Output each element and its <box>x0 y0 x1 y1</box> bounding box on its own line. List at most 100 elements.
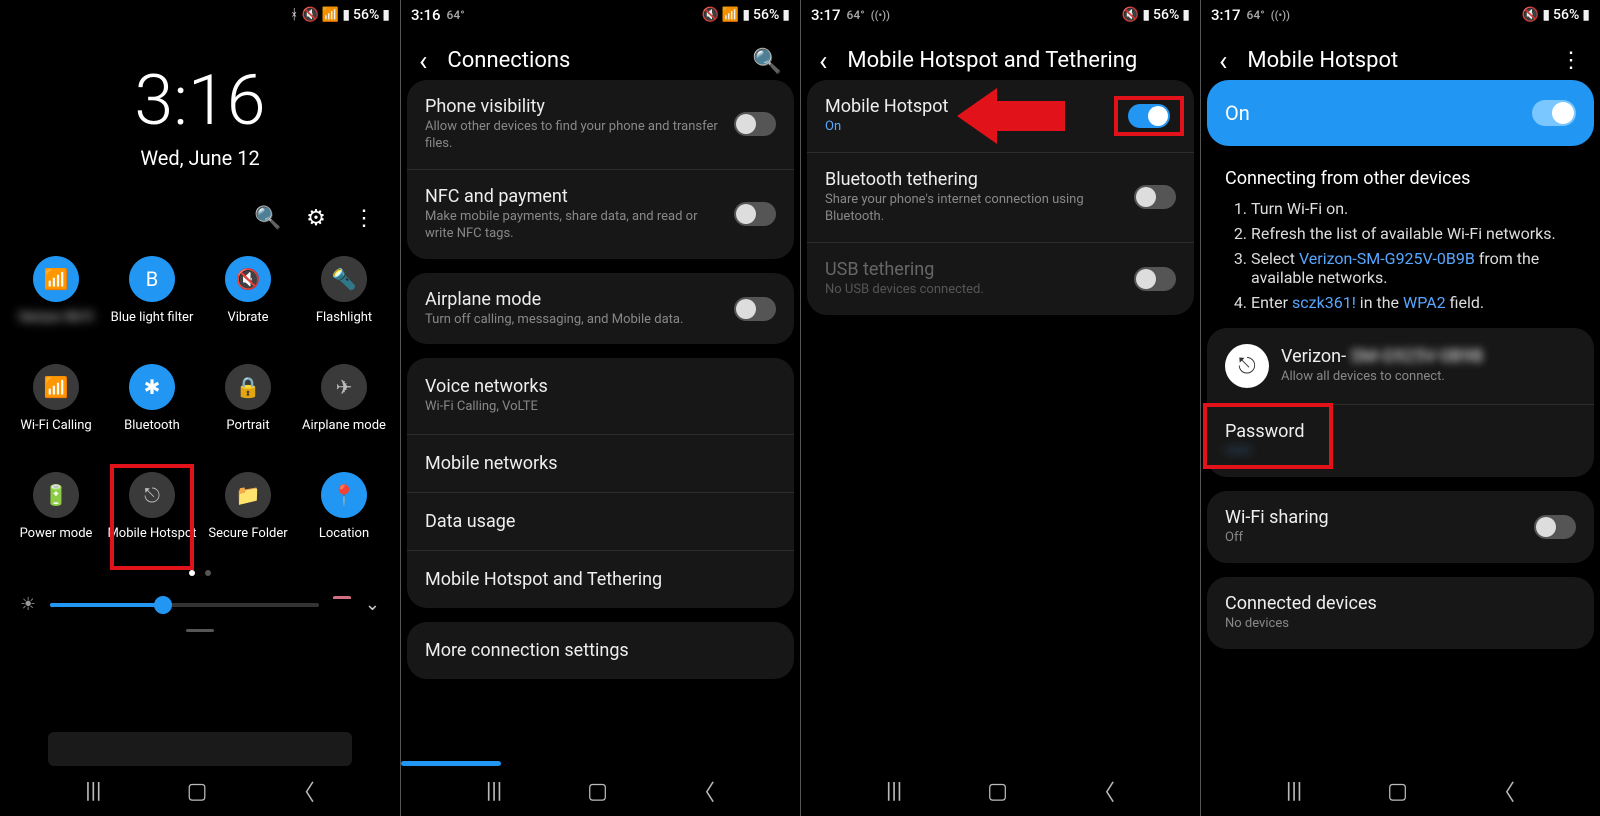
signal-icon: ▮ <box>742 7 750 23</box>
nav-home-icon[interactable]: ▢ <box>1387 779 1408 804</box>
list-item[interactable]: Mobile networks <box>407 434 794 492</box>
navbar: ||| ▢ 〈 <box>0 766 400 816</box>
nav-back-icon[interactable]: 〈 <box>693 775 715 807</box>
status-bar: 3:16 64° 🔇 📶 ▮ 56% ▮ <box>401 0 800 30</box>
quick-tile[interactable]: 📍Location <box>296 472 392 558</box>
list-item[interactable]: NFC and paymentMake mobile payments, sha… <box>407 169 794 259</box>
search-icon[interactable]: 🔍 <box>752 47 782 75</box>
list-item[interactable]: Mobile HotspotOn <box>807 80 1194 152</box>
instruction: Turn Wi-Fi on. <box>1251 199 1576 218</box>
quick-tile[interactable]: ⎋Mobile Hotspot <box>104 472 200 558</box>
toggle[interactable] <box>734 297 776 321</box>
connected-devices-label: Connected devices <box>1225 593 1576 614</box>
status-bar: 3:17 64° ((•)) 🔇 ▮ 56% ▮ <box>801 0 1200 30</box>
master-toggle-label: On <box>1225 101 1250 125</box>
more-icon[interactable]: ⋮ <box>1560 48 1582 73</box>
quick-tile[interactable]: BBlue light filter <box>104 256 200 342</box>
toggle[interactable] <box>734 112 776 136</box>
pager-dot[interactable] <box>205 570 211 576</box>
quick-tile[interactable]: 📶Wi-Fi Calling <box>8 364 104 450</box>
nav-back-icon[interactable]: 〈 <box>1093 775 1115 807</box>
instruction: Enter sczk361! in the WPA2 field. <box>1251 293 1576 312</box>
brightness-slider[interactable] <box>50 603 319 607</box>
hotspot-sub: Allow all devices to connect. <box>1281 369 1576 386</box>
quick-tile[interactable]: 🔇Vibrate <box>200 256 296 342</box>
nav-home-icon[interactable]: ▢ <box>587 779 608 804</box>
quick-tile[interactable]: 🔒Portrait <box>200 364 296 450</box>
search-icon[interactable]: 🔍 <box>256 206 280 230</box>
back-icon[interactable]: ‹ <box>419 44 427 77</box>
nav-recents-icon[interactable]: ||| <box>486 779 502 804</box>
quick-tile[interactable]: 📶 Verizon Wi-Fi <box>8 256 104 342</box>
tile-icon: ✱ <box>129 364 175 410</box>
drag-handle[interactable] <box>186 629 214 632</box>
password-item[interactable]: Password •••••• <box>1207 404 1594 477</box>
gear-icon[interactable]: ⚙ <box>304 206 328 230</box>
wifi-sharing-sub: Off <box>1225 530 1522 547</box>
hotspot-name: Verizon- SM-G925V-0B9B <box>1281 346 1576 367</box>
connected-devices-item[interactable]: Connected devices No devices <box>1207 577 1594 649</box>
signal-icon: ▮ <box>1142 7 1150 23</box>
phone-connections: 3:16 64° 🔇 📶 ▮ 56% ▮ ‹ Connections 🔍 Pho… <box>400 0 800 816</box>
list-item[interactable]: Phone visibilityAllow other devices to f… <box>407 80 794 169</box>
page-title: Mobile Hotspot <box>1247 48 1398 73</box>
item-title: Mobile Hotspot and Tethering <box>425 569 776 590</box>
tile-icon: B <box>129 256 175 302</box>
wifi-sharing-item[interactable]: Wi-Fi sharing Off <box>1207 491 1594 563</box>
back-icon[interactable]: ‹ <box>819 44 827 77</box>
item-subtitle: Allow other devices to find your phone a… <box>425 119 722 153</box>
quick-tile[interactable]: 📁Secure Folder <box>200 472 296 558</box>
network-link[interactable]: Verizon-SM-G925V-0B9B <box>1299 249 1475 268</box>
quick-tile[interactable]: 🔦Flashlight <box>296 256 392 342</box>
tile-label: Verizon Wi-Fi <box>18 310 93 342</box>
wpa2-link[interactable]: WPA2 <box>1403 293 1446 312</box>
phone-hotspot-detail: 3:17 64° ((•)) 🔇 ▮ 56% ▮ ‹ Mobile Hotspo… <box>1200 0 1600 816</box>
master-toggle-row[interactable]: On <box>1207 80 1594 146</box>
tile-icon: 📶 <box>33 256 79 302</box>
auto-brightness[interactable] <box>333 596 351 614</box>
item-subtitle: No USB devices connected. <box>825 282 1122 299</box>
phone-tethering: 3:17 64° ((•)) 🔇 ▮ 56% ▮ ‹ Mobile Hotspo… <box>800 0 1200 816</box>
instructions-title: Connecting from other devices <box>1207 168 1594 189</box>
pager <box>0 570 400 576</box>
navbar: ||| ▢ 〈 <box>1201 766 1600 816</box>
tile-icon: 📶 <box>33 364 79 410</box>
master-toggle[interactable] <box>1532 100 1576 126</box>
battery-icon: ▮ <box>782 7 790 23</box>
quick-tile[interactable]: ✈Airplane mode <box>296 364 392 450</box>
nav-home-icon[interactable]: ▢ <box>187 779 208 804</box>
item-subtitle: Turn off calling, messaging, and Mobile … <box>425 312 722 329</box>
nav-recents-icon[interactable]: ||| <box>1286 779 1302 804</box>
nav-recents-icon[interactable]: ||| <box>886 779 902 804</box>
quick-tile[interactable]: 🔋Power mode <box>8 472 104 558</box>
item-subtitle: Wi-Fi Calling, VoLTE <box>425 399 776 416</box>
pager-dot[interactable] <box>189 570 195 576</box>
navbar: ||| ▢ 〈 <box>801 766 1200 816</box>
hotspot-name-item[interactable]: ⎋ Verizon- SM-G925V-0B9B Allow all devic… <box>1207 328 1594 404</box>
password-link[interactable]: sczk361! <box>1292 293 1356 312</box>
more-icon[interactable]: ⋮ <box>352 206 376 230</box>
toggle[interactable] <box>1134 185 1176 209</box>
page-title: Connections <box>447 48 570 73</box>
list-item[interactable]: Data usage <box>407 492 794 550</box>
battery-icon: ▮ <box>1582 7 1590 23</box>
app-preview <box>48 732 352 766</box>
nav-back-icon[interactable]: 〈 <box>1493 775 1515 807</box>
chevron-down-icon[interactable]: ⌄ <box>365 594 380 615</box>
toggle[interactable] <box>734 202 776 226</box>
nav-back-icon[interactable]: 〈 <box>293 775 315 807</box>
list-item: USB tetheringNo USB devices connected. <box>807 242 1194 315</box>
nav-recents-icon[interactable]: ||| <box>85 779 101 804</box>
tile-label: Secure Folder <box>208 526 287 558</box>
battery-icon: ▮ <box>1182 7 1190 23</box>
list-item[interactable]: Mobile Hotspot and Tethering <box>407 550 794 608</box>
list-item[interactable]: Airplane modeTurn off calling, messaging… <box>407 273 794 345</box>
list-item[interactable]: Bluetooth tetheringShare your phone's in… <box>807 152 1194 242</box>
tile-icon: 🔇 <box>225 256 271 302</box>
quick-tile[interactable]: ✱Bluetooth <box>104 364 200 450</box>
nav-home-icon[interactable]: ▢ <box>987 779 1008 804</box>
list-item[interactable]: More connection settings <box>407 622 794 679</box>
list-item[interactable]: Voice networksWi-Fi Calling, VoLTE <box>407 358 794 434</box>
wifi-sharing-toggle[interactable] <box>1534 515 1576 539</box>
back-icon[interactable]: ‹ <box>1219 44 1227 77</box>
